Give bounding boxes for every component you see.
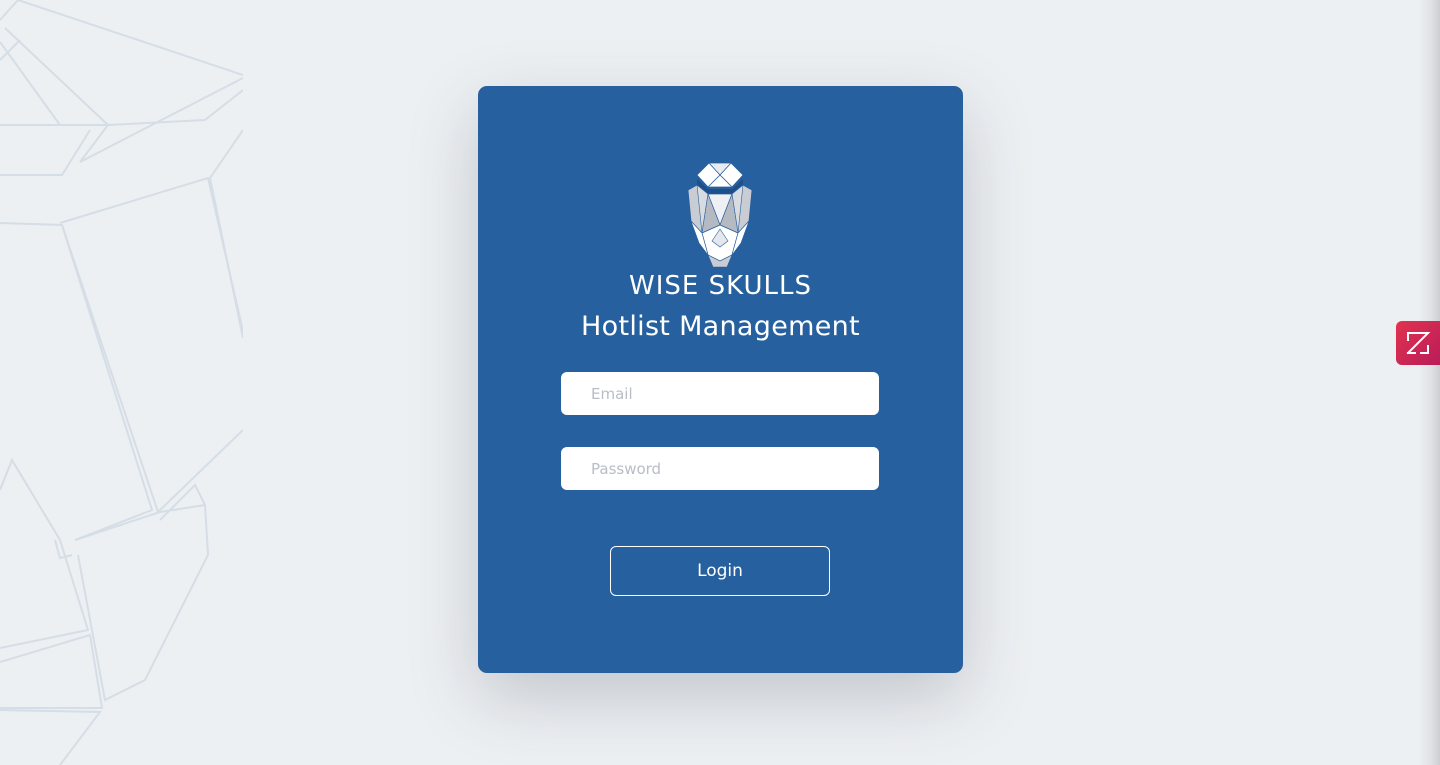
email-field[interactable]: [561, 372, 879, 415]
login-page: WISE SKULLS Hotlist Management Login: [0, 0, 1440, 765]
page-title: Hotlist Management: [581, 311, 860, 342]
scrollbar-shadow: [1418, 0, 1440, 765]
login-card: WISE SKULLS Hotlist Management Login: [478, 86, 963, 673]
background-geometric-lines: [0, 0, 243, 765]
zoho-z-icon: [1406, 332, 1431, 355]
geometric-skull-icon: [687, 163, 753, 267]
password-field[interactable]: [561, 447, 879, 490]
login-button[interactable]: Login: [610, 546, 830, 596]
brand-name: WISE SKULLS: [629, 271, 812, 301]
side-widget-button[interactable]: [1396, 321, 1440, 365]
